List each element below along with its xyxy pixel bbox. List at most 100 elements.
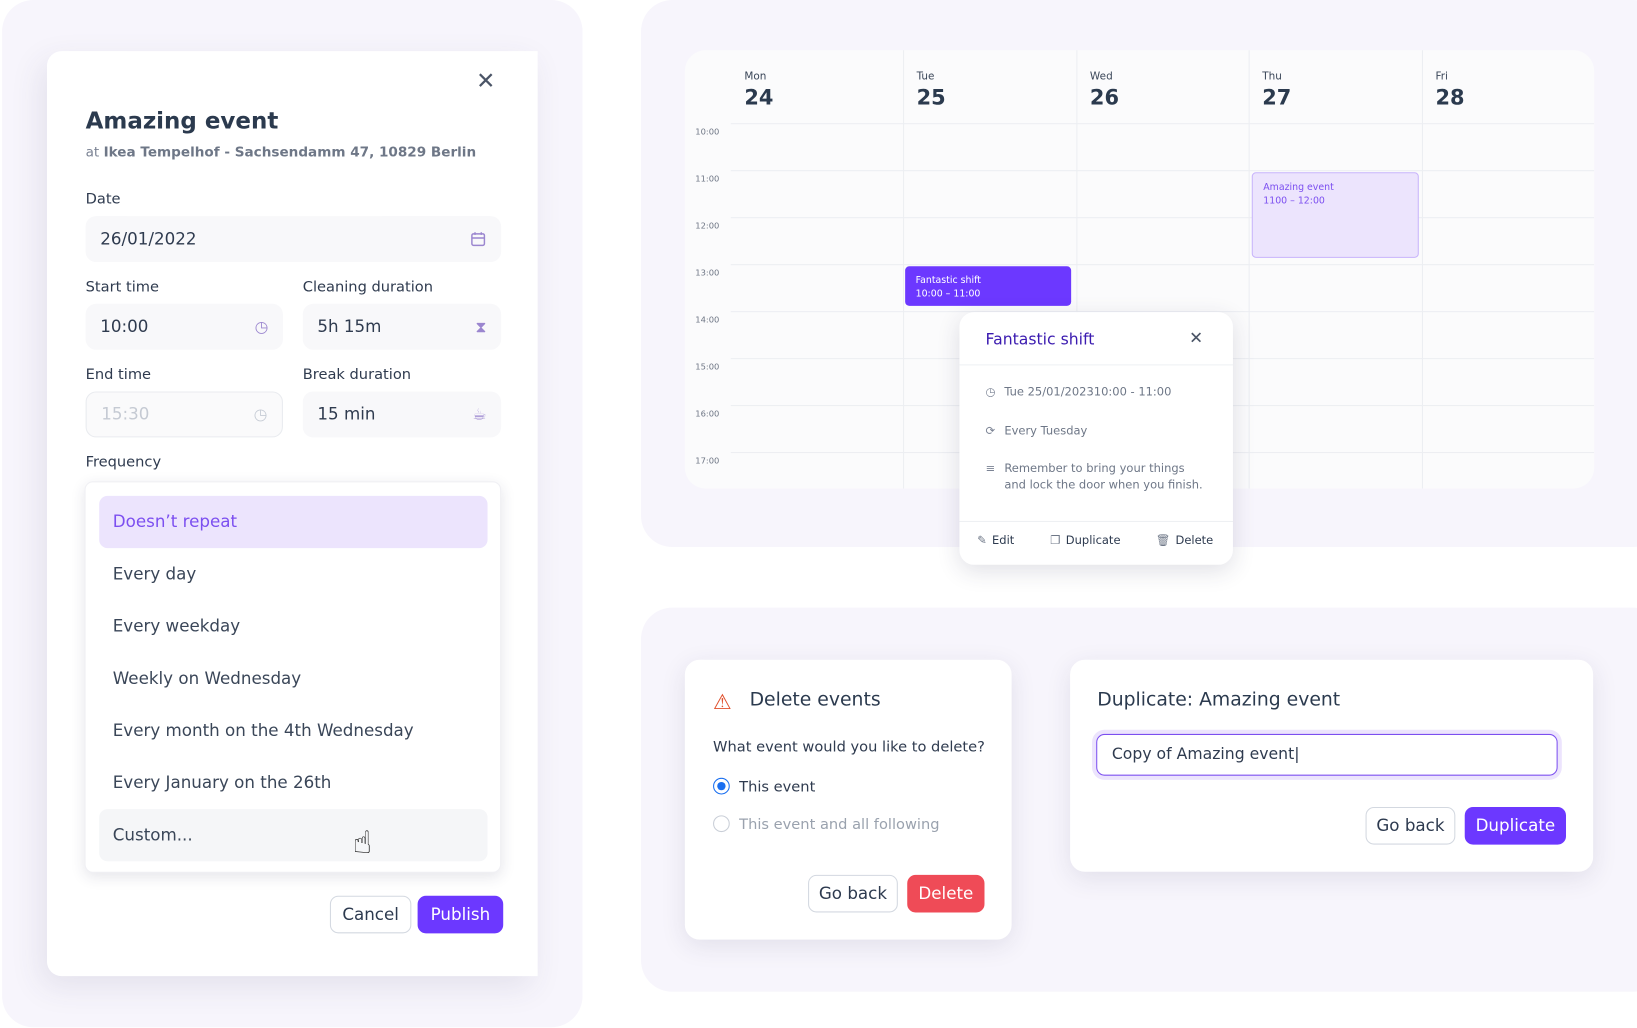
- popover-recurrence: ⟳ Every Tuesday: [986, 423, 1088, 440]
- cleaning-duration-input[interactable]: 5h 15m ⧗: [302, 303, 502, 350]
- divider: [959, 364, 1233, 366]
- duplicate-confirm-button[interactable]: Duplicate: [1464, 807, 1566, 845]
- break-duration-label: Break duration: [302, 366, 412, 384]
- clock-icon: ◷: [253, 405, 268, 424]
- frequency-option[interactable]: Every month on the 4th Wednesday: [99, 705, 487, 757]
- close-icon[interactable]: ✕: [1189, 329, 1203, 347]
- start-time-label: Start time: [85, 278, 159, 296]
- go-back-button[interactable]: Go back: [1365, 807, 1456, 845]
- event-title: Amazing event: [85, 108, 279, 135]
- event-details-popover: Fantastic shift ✕ ◷ Tue 25/01/202310:00 -…: [959, 312, 1233, 565]
- time-label: 10:00: [695, 127, 720, 137]
- date-label: Date: [85, 191, 121, 208]
- trash-icon: 🗑: [1155, 533, 1171, 548]
- frequency-option[interactable]: Weekly on Wednesday: [99, 653, 487, 705]
- day-divider: [1248, 50, 1250, 489]
- time-label: 15:00: [695, 362, 720, 372]
- location-prefix: at: [85, 145, 100, 161]
- day-name: Mon: [744, 70, 767, 83]
- frequency-dropdown: Doesn’t repeat Every day Every weekday W…: [84, 481, 502, 873]
- datetime-text: Tue 25/01/202310:00 - 11:00: [1004, 385, 1172, 399]
- break-duration-input[interactable]: 15 min ☕: [302, 391, 502, 438]
- notes-icon: ≡: [985, 461, 996, 476]
- calendar-icon[interactable]: [470, 216, 487, 262]
- edit-button[interactable]: ✎ Edit: [977, 533, 1014, 547]
- event-title: Amazing event: [1263, 182, 1334, 194]
- frequency-option[interactable]: Every day: [99, 548, 487, 600]
- date-value: 26/01/2022: [100, 228, 197, 249]
- cleaning-duration-value: 5h 15m: [317, 316, 382, 337]
- radio-button-checked[interactable]: [713, 777, 730, 795]
- time-label: 14:00: [695, 315, 720, 325]
- warning-icon: ⚠: [713, 689, 732, 715]
- day-name: Fri: [1435, 70, 1448, 83]
- time-label: 16:00: [695, 409, 720, 419]
- cleaning-duration-label: Cleaning duration: [302, 278, 433, 296]
- delete-confirm-button[interactable]: Delete: [907, 874, 985, 913]
- calendar-event-amazing-event[interactable]: Amazing event 1100 – 12:00: [1251, 172, 1419, 258]
- end-time-input: 15:30 ◷: [85, 391, 283, 438]
- time-label: 17:00: [695, 456, 720, 466]
- event-title: Fantastic shift: [915, 275, 981, 287]
- day-divider: [903, 50, 905, 489]
- divider: [959, 520, 1233, 522]
- frequency-option[interactable]: Custom...: [99, 809, 488, 862]
- popover-datetime: ◷ Tue 25/01/202310:00 - 11:00: [986, 384, 1172, 401]
- radio-button[interactable]: [713, 815, 730, 833]
- close-icon[interactable]: ✕: [476, 70, 495, 94]
- time-label: 11:00: [695, 174, 720, 184]
- publish-button[interactable]: Publish: [417, 895, 504, 934]
- time-label: 12:00: [695, 221, 720, 231]
- note-text: Remember to bring your things and lock th…: [1004, 460, 1202, 493]
- cancel-button[interactable]: Cancel: [329, 895, 412, 934]
- hour-line: [730, 264, 1595, 266]
- event-time: 10:00 – 11:00: [915, 289, 981, 300]
- day-number: 26: [1089, 84, 1120, 110]
- radio-label: This event and all following: [739, 816, 940, 834]
- pencil-icon: ✎: [977, 533, 987, 548]
- duplicate-label: Duplicate: [1065, 533, 1121, 548]
- break-duration-value: 15 min: [317, 404, 376, 424]
- clock-icon: ◷: [985, 385, 996, 399]
- hourglass-icon: ⧗: [475, 317, 487, 337]
- end-time-value: 15:30: [101, 404, 150, 424]
- frequency-label: Frequency: [85, 454, 162, 471]
- frequency-option[interactable]: Every weekday: [99, 600, 487, 652]
- day-number: 28: [1435, 84, 1465, 110]
- time-label: 13:00: [695, 268, 720, 278]
- delete-question: What event would you like to delete?: [713, 739, 985, 756]
- location-text: Ikea Tempelhof - Sachsendamm 47, 10829 B…: [103, 145, 477, 161]
- popover-note: ≡ Remember to bring your things and lock t…: [986, 460, 1203, 493]
- start-time-input[interactable]: 10:00 ◷: [85, 303, 283, 350]
- delete-label: Delete: [1175, 533, 1214, 548]
- delete-dialog-title: Delete events: [749, 689, 881, 711]
- radio-label: This event: [739, 778, 816, 796]
- day-number: 24: [744, 84, 774, 110]
- hour-line: [730, 217, 1595, 219]
- frequency-option[interactable]: Every January on the 26th: [99, 757, 487, 809]
- calendar-event-fantastic-shift[interactable]: Fantastic shift 10:00 – 11:00: [905, 266, 1072, 306]
- hour-line: [730, 170, 1595, 172]
- note-line: Remember to bring your things: [1004, 461, 1185, 476]
- hour-line: [730, 123, 1595, 125]
- day-name: Wed: [1089, 70, 1113, 83]
- recurrence-text: Every Tuesday: [1004, 423, 1088, 438]
- go-back-button[interactable]: Go back: [808, 874, 898, 913]
- hand-pointer-cursor-icon: ☝: [352, 824, 372, 862]
- popover-title: Fantastic shift: [985, 329, 1095, 349]
- radio-this-event[interactable]: This event: [713, 777, 816, 796]
- radio-this-and-following[interactable]: This event and all following: [713, 815, 940, 834]
- day-name: Thu: [1262, 70, 1282, 83]
- end-time-label: End time: [85, 366, 152, 384]
- coffee-cup-icon: ☕: [472, 405, 487, 424]
- note-line: and lock the door when you finish.: [1004, 478, 1203, 492]
- repeat-icon: ⟳: [985, 423, 996, 438]
- delete-button[interactable]: 🗑 Delete: [1156, 533, 1214, 547]
- event-location: at Ikea Tempelhof - Sachsendamm 47, 1082…: [86, 145, 477, 161]
- frequency-option[interactable]: Doesn’t repeat: [99, 495, 488, 549]
- duplicate-button[interactable]: ❐ Duplicate: [1050, 533, 1120, 547]
- duplicate-name-input[interactable]: Copy of Amazing event|: [1096, 733, 1558, 776]
- edit-label: Edit: [992, 533, 1015, 548]
- copy-icon: ❐: [1050, 533, 1061, 548]
- date-input[interactable]: 26/01/2022: [85, 216, 502, 263]
